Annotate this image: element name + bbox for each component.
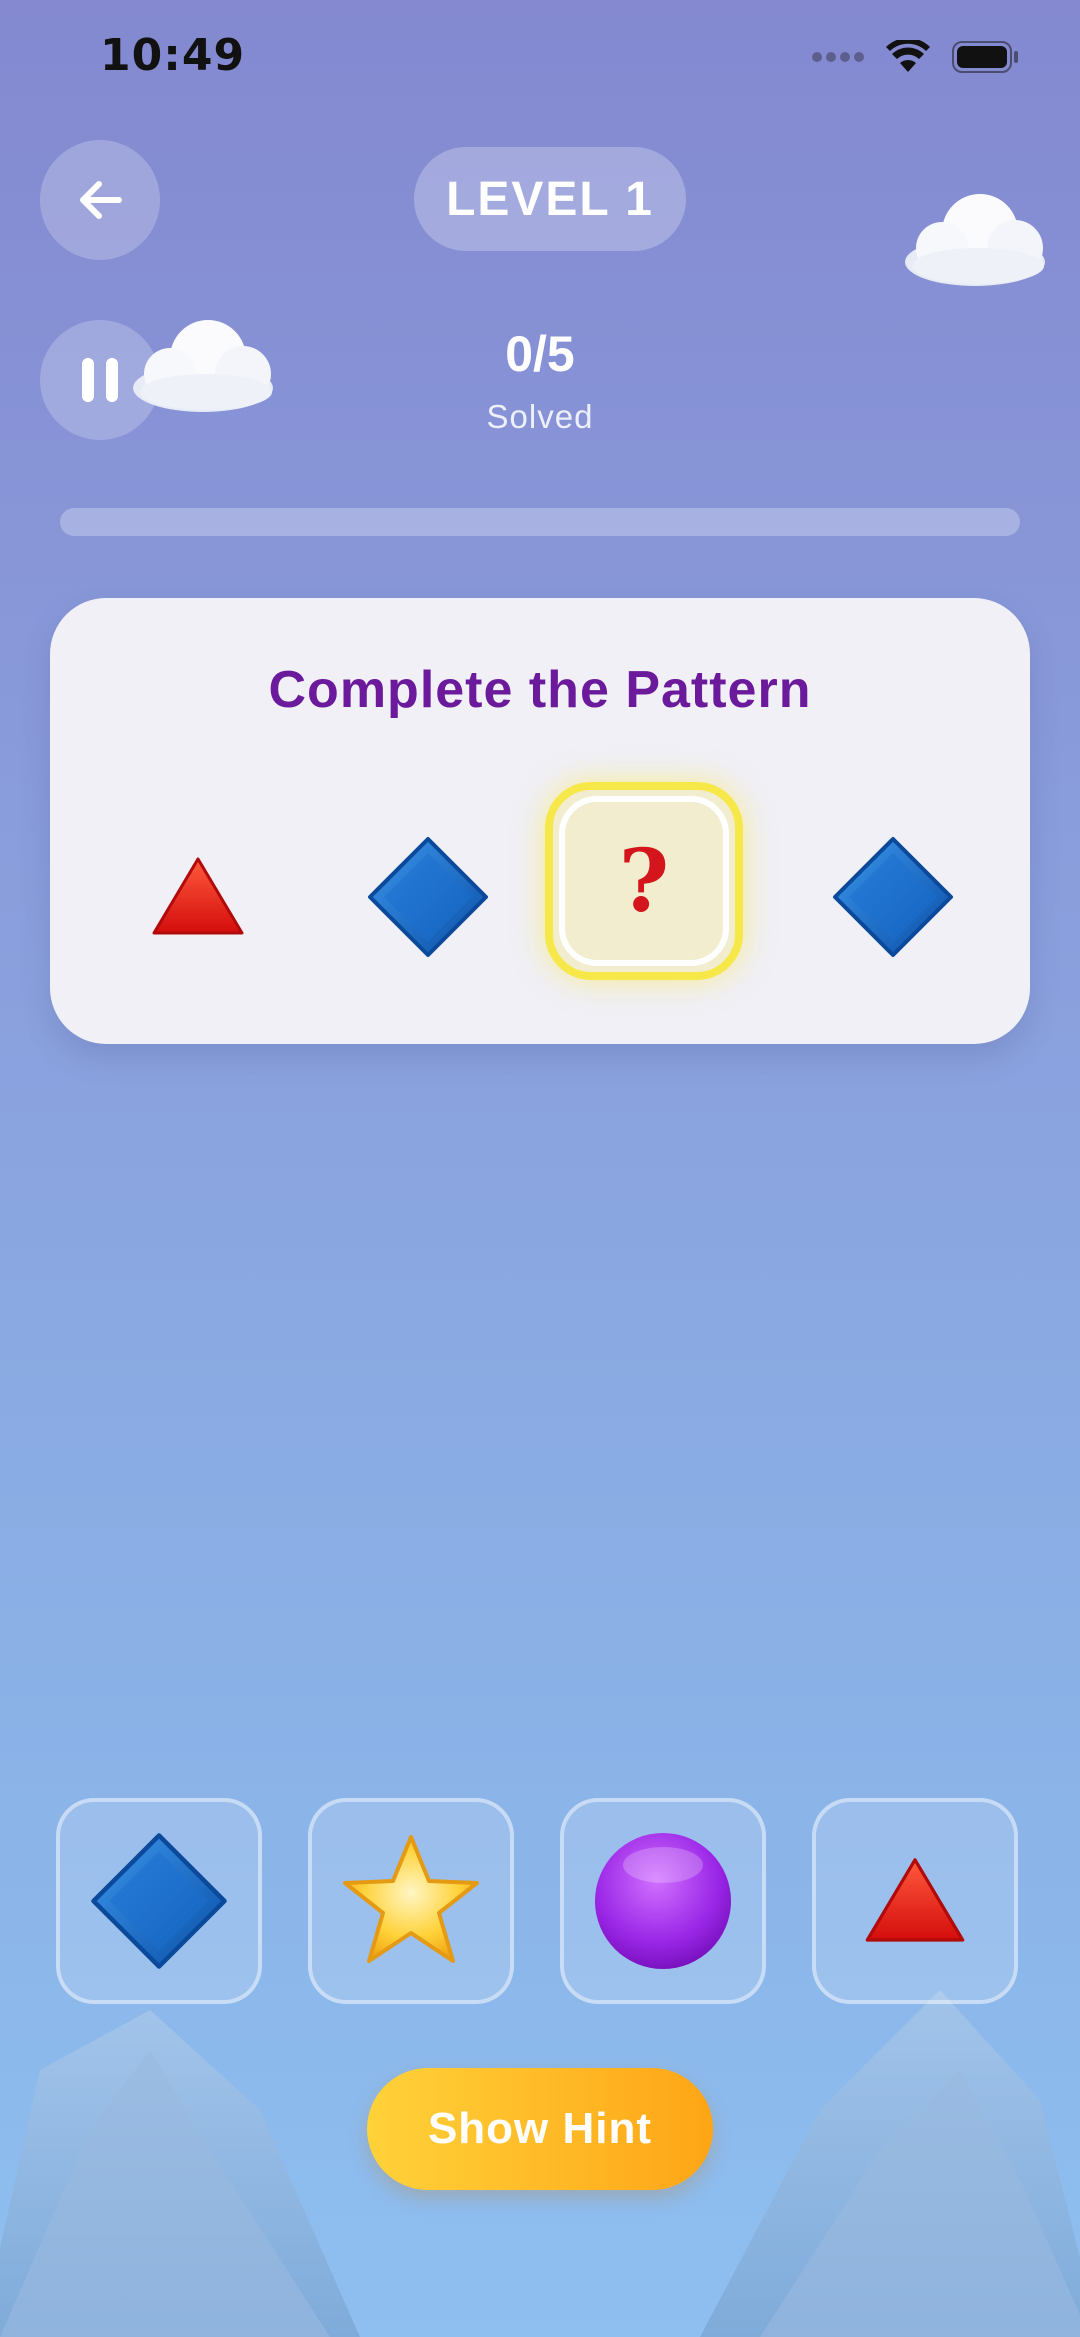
cellular-signal-icon (812, 52, 864, 62)
cloud-icon (905, 194, 1045, 286)
choice-star[interactable] (308, 1798, 514, 2004)
choice-blue-diamond[interactable] (56, 1798, 262, 2004)
back-button[interactable] (40, 140, 160, 260)
solved-count: 0/5 (505, 326, 575, 382)
progress-bar (60, 508, 1020, 536)
level-badge: LEVEL 1 (414, 147, 686, 251)
red-triangle-icon (152, 857, 244, 935)
sequence-blue-diamond (815, 798, 971, 996)
status-icons (812, 40, 1020, 74)
star-icon (343, 1835, 479, 1963)
sequence-red-triangle (120, 798, 276, 996)
question-mark: ? (559, 796, 729, 966)
solved-label: Solved (486, 398, 594, 435)
blue-diamond-icon (91, 1833, 227, 1969)
choice-red-triangle[interactable] (812, 1798, 1018, 2004)
show-hint-button[interactable]: Show Hint (367, 2068, 713, 2190)
missing-slot[interactable]: ? (545, 782, 743, 980)
pattern-title: Complete the Pattern (268, 661, 812, 719)
battery-icon (952, 41, 1018, 73)
back-arrow-icon (80, 181, 122, 219)
missing-slot-frame: ? (545, 782, 743, 980)
red-triangle-icon (865, 1858, 965, 1942)
wifi-icon (886, 40, 930, 72)
sequence-blue-diamond (350, 798, 506, 996)
blue-diamond-icon (368, 837, 488, 957)
status-time: 10:49 (100, 30, 246, 81)
choice-purple-circle[interactable] (560, 1798, 766, 2004)
pattern-card: Complete the Pattern ? (50, 598, 1030, 1044)
blue-diamond-icon (833, 837, 953, 957)
purple-circle-icon (595, 1833, 731, 1969)
